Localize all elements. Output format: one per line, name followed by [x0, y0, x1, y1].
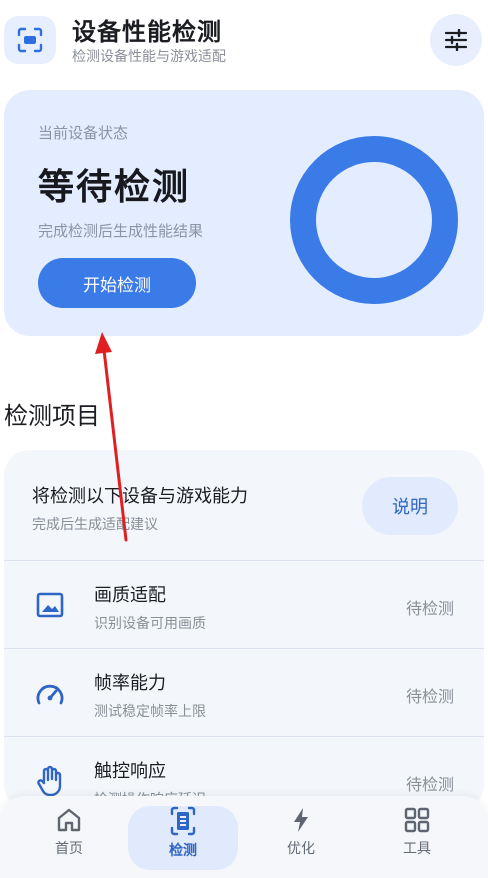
nav-label: 检测 [169, 843, 197, 859]
bottom-nav: 首页 检测 优化 工具 [0, 796, 488, 878]
list-item-status: 待检测 [405, 775, 454, 794]
list-item-name: 帧率能力 [94, 673, 166, 694]
status-ring [290, 136, 458, 304]
detection-list-card: 将检测以下设备与游戏能力 完成后生成适配建议 说明 画质适配 识别设备可用画质 … [4, 450, 484, 810]
image-icon [34, 589, 66, 621]
settings-button[interactable] [430, 14, 482, 66]
start-detection-button[interactable]: 开始检测 [38, 258, 196, 308]
hand-icon [34, 765, 66, 797]
device-status-card: 当前设备状态 等待检测 完成检测后生成性能结果 开始检测 [4, 90, 484, 336]
nav-item-tools[interactable]: 工具 [362, 806, 472, 870]
list-item-desc: 测试稳定帧率上限 [94, 704, 206, 720]
nav-label: 首页 [55, 841, 83, 857]
list-item-status: 待检测 [405, 687, 454, 706]
nav-item-detect[interactable]: 检测 [128, 806, 238, 870]
home-icon [57, 808, 81, 832]
bolt-icon [294, 808, 308, 832]
nav-label: 优化 [287, 841, 315, 857]
status-hint: 完成检测后生成性能结果 [38, 222, 204, 240]
nav-item-optimize[interactable]: 优化 [246, 806, 356, 870]
list-item-framerate[interactable]: 帧率能力 测试稳定帧率上限 待检测 [4, 648, 484, 736]
list-item-status: 待检测 [405, 599, 454, 618]
section-title: 检测项目 [4, 402, 100, 430]
app-header: 设备性能检测 检测设备性能与游戏适配 [0, 0, 488, 80]
status-label: 当前设备状态 [38, 124, 129, 142]
sliders-icon [444, 29, 468, 51]
grid-icon [404, 807, 430, 833]
list-head-subtitle: 完成后生成适配建议 [32, 517, 158, 533]
list-item-name: 画质适配 [94, 585, 166, 606]
page-title: 设备性能检测 [72, 18, 222, 46]
list-head-title: 将检测以下设备与游戏能力 [32, 486, 248, 507]
status-value: 等待检测 [38, 167, 191, 208]
list-item-quality[interactable]: 画质适配 识别设备可用画质 待检测 [4, 560, 484, 648]
nav-item-home[interactable]: 首页 [14, 806, 124, 870]
nav-label: 工具 [403, 841, 431, 857]
scan-doc-icon [170, 806, 196, 836]
list-item-name: 触控响应 [94, 761, 166, 782]
list-item-desc: 识别设备可用画质 [94, 616, 206, 632]
page-subtitle: 检测设备性能与游戏适配 [72, 49, 226, 65]
scan-icon [4, 16, 56, 64]
gauge-icon [34, 677, 66, 709]
explain-button[interactable]: 说明 [362, 477, 458, 535]
